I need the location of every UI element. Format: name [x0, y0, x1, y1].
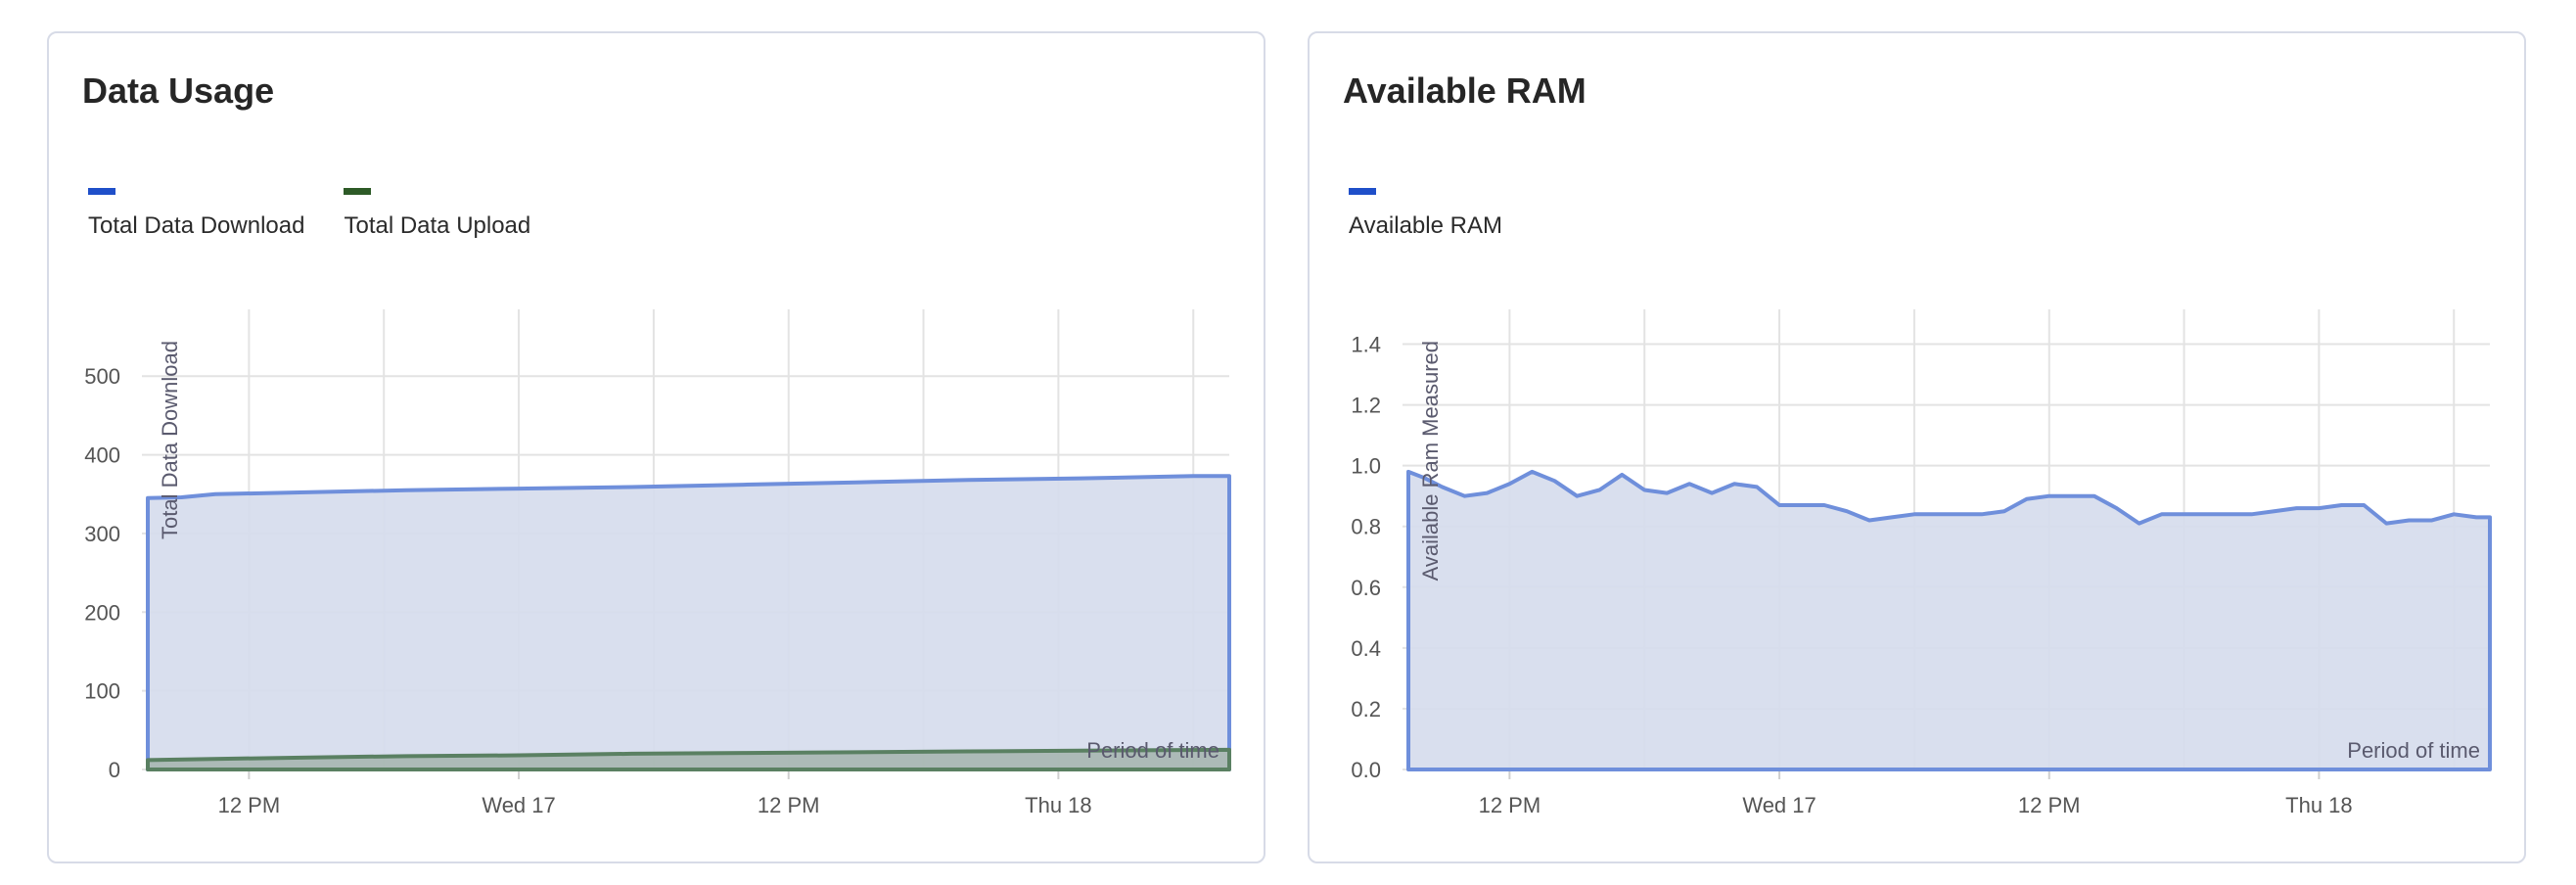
x-axis-title: Period of time	[1086, 738, 1219, 763]
x-axis-title: Period of time	[2347, 738, 2480, 763]
x-tick-label: Thu 18	[2285, 793, 2353, 817]
y-tick-label: 1.0	[1351, 454, 1381, 479]
x-tick-label: 12 PM	[758, 793, 820, 817]
y-axis-title: Total Data Download	[158, 341, 182, 539]
y-tick-label: 0.0	[1351, 758, 1381, 782]
available-ram-chart: 0.0 0.2 0.4 0.6 0.8 1.0 1.2 1.4 12 PM Wed 17 12 PM…	[1351, 309, 2492, 817]
series-area	[1406, 469, 2492, 771]
y-tick-label: 0.8	[1351, 515, 1381, 539]
series-area	[146, 474, 1231, 771]
x-tick-label: Wed 17	[482, 793, 555, 817]
y-axis-title: Available Ram Measured	[1418, 341, 1443, 581]
y-tick-label: 500	[84, 364, 120, 389]
y-tick-label: 200	[84, 600, 120, 625]
x-tick-label: Wed 17	[1742, 793, 1816, 817]
y-tick-label: 1.2	[1351, 394, 1381, 418]
y-tick-label: 300	[84, 522, 120, 546]
y-tick-label: 1.4	[1351, 333, 1381, 357]
data-usage-card: Data Usage Total Data Download Total Dat…	[47, 31, 1265, 863]
y-tick-label: 0.4	[1351, 636, 1381, 661]
y-tick-label: 400	[84, 443, 120, 468]
y-tick-label: 0	[109, 758, 120, 782]
x-tick-label: 12 PM	[2018, 793, 2081, 817]
data-usage-chart: 0 100 200 300 400 500 12 PM Wed 17 12 PM Thu 18 Pe…	[84, 309, 1231, 817]
available-ram-card: Available RAM Available RAM 0.0 0.2 0.4 0.6…	[1308, 31, 2526, 863]
y-tick-label: 0.2	[1351, 697, 1381, 722]
x-tick-label: Thu 18	[1025, 793, 1092, 817]
x-tick-label: 12 PM	[1479, 793, 1541, 817]
y-tick-label: 0.6	[1351, 576, 1381, 600]
y-tick-label: 100	[84, 679, 120, 704]
x-tick-label: 12 PM	[218, 793, 281, 817]
